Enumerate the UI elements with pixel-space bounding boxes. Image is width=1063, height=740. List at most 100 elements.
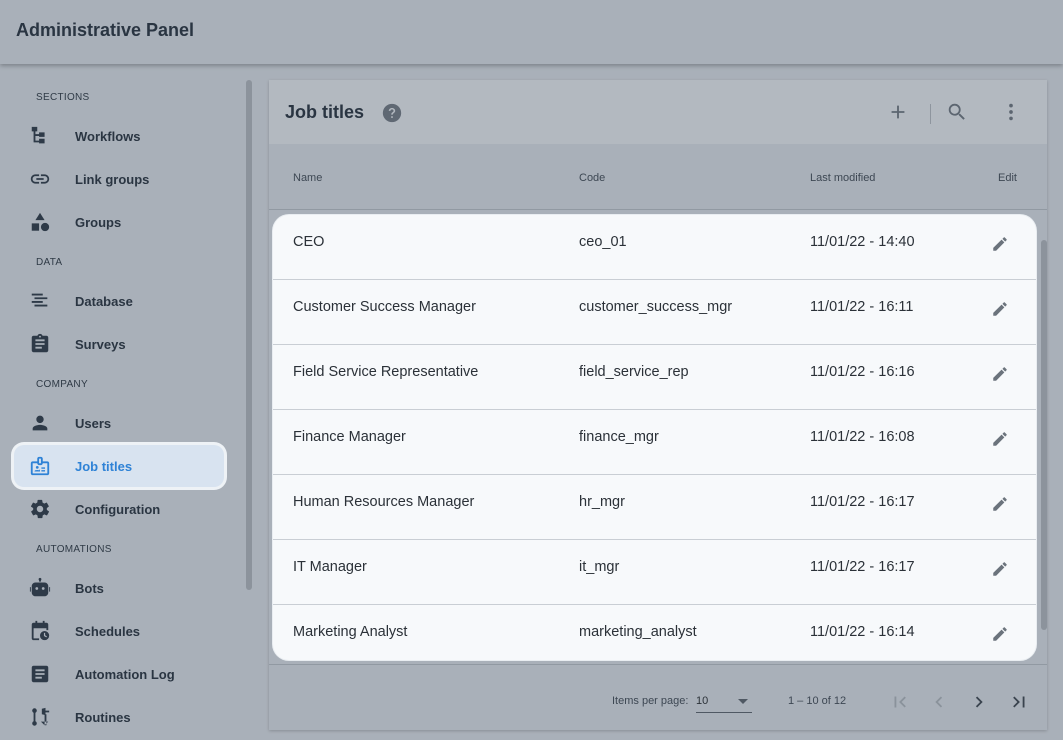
cell-code: marketing_analyst (579, 624, 697, 640)
top-app-bar: Administrative Panel (0, 0, 1063, 64)
sidebar-item-schedules[interactable]: Schedules (14, 610, 224, 652)
sidebar-item-job-titles[interactable]: Job titles (14, 445, 224, 487)
cell-name: Marketing Analyst (293, 624, 408, 640)
first-page-button[interactable] (888, 690, 912, 714)
cell-name: IT Manager (293, 559, 367, 575)
column-header-name[interactable]: Name (293, 172, 322, 184)
cell-last-modified: 11/01/22 - 16:16 (810, 364, 915, 380)
table-row[interactable]: Human Resources Manager hr_mgr 11/01/22 … (273, 475, 1036, 540)
sidebar-scrollbar[interactable] (246, 80, 252, 590)
shapes-icon (28, 210, 52, 234)
sidebar-item-label: Link groups (75, 171, 150, 187)
first-page-icon (894, 696, 906, 708)
dropdown-arrow-icon (738, 699, 748, 704)
header-divider-line (269, 209, 1047, 210)
cell-code: hr_mgr (579, 494, 625, 510)
sidebar-item-bots[interactable]: Bots (14, 567, 224, 609)
chevron-right-icon (975, 696, 983, 708)
sidebar-item-surveys[interactable]: Surveys (14, 323, 224, 365)
edit-button[interactable] (991, 430, 1011, 450)
badge-icon (28, 454, 52, 478)
help-icon[interactable] (381, 102, 403, 124)
sidebar-item-configuration[interactable]: Configuration (14, 488, 224, 530)
header-divider (930, 104, 931, 124)
cell-code: finance_mgr (579, 429, 659, 445)
sidebar-item-label: Groups (75, 214, 122, 230)
cell-last-modified: 11/01/22 - 14:40 (810, 234, 915, 250)
column-header-last-modified[interactable]: Last modified (810, 172, 875, 184)
sidebar-item-routines[interactable]: Routines (14, 696, 224, 738)
cell-name: Human Resources Manager (293, 494, 475, 510)
table-row[interactable]: Marketing Analyst marketing_analyst 11/0… (273, 605, 1036, 660)
edit-button[interactable] (991, 365, 1011, 385)
sidebar-item-link-groups[interactable]: Link groups (14, 158, 224, 200)
cell-name: CEO (293, 234, 325, 250)
edit-button[interactable] (991, 235, 1011, 255)
add-button[interactable] (886, 100, 910, 124)
table-row[interactable]: CEO ceo_01 11/01/22 - 14:40 (273, 215, 1036, 280)
search-icon (948, 103, 965, 120)
search-button[interactable] (945, 100, 969, 124)
cell-code: it_mgr (579, 559, 620, 575)
table-scrollbar[interactable] (1041, 240, 1047, 630)
cell-last-modified: 11/01/22 - 16:11 (810, 299, 914, 315)
cell-name: Field Service Representative (293, 364, 479, 380)
column-header-code[interactable]: Code (579, 172, 605, 184)
section-label-sections: SECTIONS (36, 92, 90, 103)
panel-header: Job titles (269, 80, 1047, 144)
pencil-icon (993, 497, 1007, 511)
app-title: Administrative Panel (16, 20, 195, 40)
sidebar-item-label: Configuration (75, 501, 161, 517)
person-icon (28, 411, 52, 435)
last-page-button[interactable] (1007, 690, 1031, 714)
items-per-page-label: Items per page: (612, 695, 689, 707)
table-row[interactable]: Customer Success Manager customer_succes… (273, 280, 1036, 345)
pencil-icon (993, 237, 1007, 251)
sidebar-item-workflows[interactable]: Workflows (14, 115, 224, 157)
page-size-value: 10 (696, 695, 709, 707)
cell-last-modified: 11/01/22 - 16:08 (810, 429, 915, 445)
align-icon (28, 289, 52, 313)
cell-code: field_service_rep (579, 364, 689, 380)
previous-page-button[interactable] (927, 690, 951, 714)
sidebar-item-label: Database (75, 293, 133, 309)
sidebar-item-groups[interactable]: Groups (14, 201, 224, 243)
table-row[interactable]: IT Manager it_mgr 11/01/22 - 16:17 (273, 540, 1036, 605)
cell-name: Customer Success Manager (293, 299, 476, 315)
log-icon (28, 662, 52, 686)
more-options-button[interactable] (999, 100, 1023, 124)
link-icon (28, 167, 52, 191)
sidebar-item-automation-log[interactable]: Automation Log (14, 653, 224, 695)
section-label-company: COMPANY (36, 379, 88, 390)
section-label-automations: AUTOMATIONS (36, 544, 112, 555)
plus-icon (891, 105, 905, 119)
edit-button[interactable] (991, 300, 1011, 320)
sidebar-item-label: Job titles (75, 458, 133, 474)
pencil-icon (993, 302, 1007, 316)
table-row[interactable]: Finance Manager finance_mgr 11/01/22 - 1… (273, 410, 1036, 475)
sidebar-item-label: Bots (75, 580, 104, 596)
pencil-icon (993, 562, 1007, 576)
sidebar-item-label: Automation Log (75, 666, 175, 682)
cell-last-modified: 11/01/22 - 16:17 (810, 494, 915, 510)
sidebar-item-users[interactable]: Users (14, 402, 224, 444)
column-header-edit: Edit (998, 172, 1017, 184)
edit-button[interactable] (991, 625, 1011, 645)
gear-icon (28, 497, 52, 521)
sidebar-item-label: Users (75, 415, 112, 431)
edit-button[interactable] (991, 560, 1011, 580)
more-vert-icon (1009, 103, 1013, 121)
next-page-button[interactable] (967, 690, 991, 714)
pencil-icon (993, 432, 1007, 446)
page-size-select[interactable]: 10 (696, 691, 752, 713)
routine-icon (28, 705, 52, 729)
pencil-icon (993, 367, 1007, 381)
edit-button[interactable] (991, 495, 1011, 515)
last-page-icon (1013, 696, 1025, 708)
page-range-label: 1 – 10 of 12 (788, 695, 847, 707)
robot-icon (28, 576, 52, 600)
sidebar-item-label: Schedules (75, 623, 141, 639)
sidebar-item-database[interactable]: Database (14, 280, 224, 322)
table-row[interactable]: Field Service Representative field_servi… (273, 345, 1036, 410)
sidebar-item-label: Workflows (75, 128, 141, 144)
